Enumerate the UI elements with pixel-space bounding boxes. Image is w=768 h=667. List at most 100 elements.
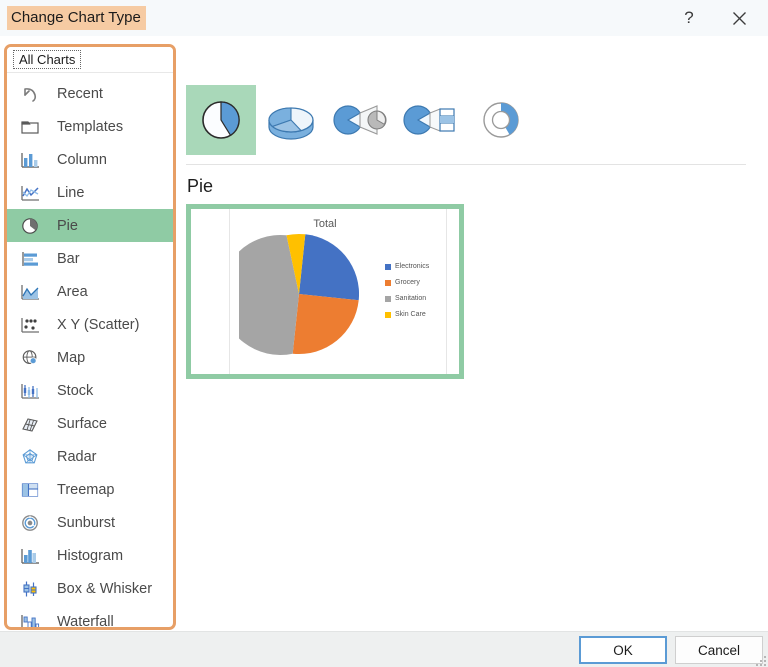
sidebar-item-label: Treemap	[57, 481, 115, 498]
legend-label: Electronics	[395, 263, 430, 270]
legend-item: Sanitation	[385, 295, 429, 302]
sidebar-item-treemap[interactable]: Treemap	[7, 473, 173, 506]
sidebar-item-histogram[interactable]: Histogram	[7, 539, 173, 572]
sidebar-item-xy-scatter[interactable]: X Y (Scatter)	[7, 308, 173, 341]
line-chart-icon	[17, 181, 43, 205]
subtype-thumbnail-strip	[186, 85, 746, 155]
sidebar-item-label: Radar	[57, 448, 97, 465]
chart-subtype-pane: Pie Total Electronics Grocery Sanitation…	[186, 36, 768, 631]
tabstrip: All Charts	[7, 47, 173, 73]
sidebar-item-bar[interactable]: Bar	[7, 242, 173, 275]
legend-label: Sanitation	[395, 295, 427, 302]
legend-swatch-icon	[385, 279, 391, 286]
pie-chart-graphic	[239, 233, 359, 355]
legend-item: Electronics	[385, 263, 429, 270]
sidebar-item-templates[interactable]: Templates	[7, 110, 173, 143]
sidebar-item-label: Line	[57, 184, 85, 201]
sidebar-item-recent[interactable]: Recent	[7, 77, 173, 110]
chart-preview[interactable]: Total Electronics Grocery Sanitation Ski…	[186, 204, 464, 379]
sidebar-item-map[interactable]: Map	[7, 341, 173, 374]
sidebar-item-radar[interactable]: Radar	[7, 440, 173, 473]
pie-slice-sanitation	[239, 234, 299, 355]
folder-icon	[17, 115, 43, 139]
cancel-button[interactable]: Cancel	[675, 636, 763, 664]
sidebar-item-box-whisker[interactable]: Box & Whisker	[7, 572, 173, 605]
chart-category-panel: All Charts Recent Templates Column Line …	[4, 44, 176, 630]
sidebar-item-line[interactable]: Line	[7, 176, 173, 209]
dialog-footer: OK Cancel	[0, 631, 768, 667]
chart-preview-canvas: Total Electronics Grocery Sanitation Ski…	[191, 209, 459, 374]
sidebar-item-label: X Y (Scatter)	[57, 316, 140, 333]
sidebar-item-area[interactable]: Area	[7, 275, 173, 308]
column-chart-icon	[17, 148, 43, 172]
sidebar-item-label: Bar	[57, 250, 80, 267]
doughnut-thumb-icon	[483, 102, 519, 138]
sidebar-item-label: Area	[57, 283, 88, 300]
sidebar-item-label: Sunburst	[57, 514, 116, 531]
dialog-body: All Charts Recent Templates Column Line …	[0, 36, 768, 631]
preview-plot-edge-right	[446, 209, 447, 374]
question-mark-icon: ?	[684, 8, 694, 27]
help-button[interactable]: ?	[666, 0, 712, 36]
sidebar-item-label: Box & Whisker	[57, 580, 153, 597]
subtype-thumb-pie-of-pie[interactable]	[326, 85, 396, 155]
undo-arrow-icon	[17, 82, 43, 106]
sidebar-item-label: Histogram	[57, 547, 124, 564]
close-x-icon	[732, 11, 746, 25]
histogram-icon	[17, 544, 43, 568]
subtype-thumb-3d-pie[interactable]	[256, 85, 326, 155]
stock-chart-icon	[17, 379, 43, 403]
sidebar-item-label: Waterfall	[57, 613, 114, 630]
sidebar-item-column[interactable]: Column	[7, 143, 173, 176]
pie-thumb-icon	[202, 101, 240, 139]
sidebar-item-label: Pie	[57, 217, 78, 234]
subtype-thumb-pie[interactable]	[186, 85, 256, 155]
sunburst-chart-icon	[17, 511, 43, 535]
pie-slice-grocery	[292, 294, 359, 355]
scatter-chart-icon	[17, 313, 43, 337]
resize-grip[interactable]	[754, 654, 766, 666]
ok-button[interactable]: OK	[579, 636, 667, 664]
dialog-titlebar: Change Chart Type ?	[0, 0, 768, 36]
sidebar-item-label: Surface	[57, 415, 107, 432]
pie-slice-electronics	[299, 234, 359, 301]
chart-legend: Electronics Grocery Sanitation Skin Care	[385, 263, 429, 318]
treemap-chart-icon	[17, 478, 43, 502]
legend-swatch-icon	[385, 311, 391, 318]
radar-chart-icon	[17, 445, 43, 469]
chart-title: Total	[313, 218, 337, 230]
bar-chart-icon	[17, 247, 43, 271]
sidebar-item-waterfall[interactable]: Waterfall	[7, 605, 173, 630]
legend-label: Skin Care	[395, 311, 426, 318]
close-button[interactable]	[716, 0, 762, 36]
subtype-heading: Pie	[187, 176, 214, 196]
tab-all-charts[interactable]: All Charts	[13, 50, 82, 69]
subtype-thumb-bar-of-pie[interactable]	[396, 85, 466, 155]
sidebar-item-stock[interactable]: Stock	[7, 374, 173, 407]
sidebar-item-pie[interactable]: Pie	[7, 209, 173, 242]
sidebar-item-sunburst[interactable]: Sunburst	[7, 506, 173, 539]
change-chart-type-dialog: Change Chart Type ? All Charts Recent Te…	[0, 0, 768, 667]
preview-plot-edge-left	[229, 209, 230, 374]
legend-item: Skin Care	[385, 311, 429, 318]
bar-of-pie-thumb-icon	[403, 105, 455, 135]
sidebar-item-surface[interactable]: Surface	[7, 407, 173, 440]
subtype-divider	[186, 164, 746, 165]
sidebar-item-label: Column	[57, 151, 107, 168]
box-whisker-icon	[17, 577, 43, 601]
subtype-thumb-doughnut[interactable]	[466, 85, 536, 155]
surface-chart-icon	[17, 412, 43, 436]
sidebar-item-label: Map	[57, 349, 86, 366]
pie-of-pie-thumb-icon	[333, 105, 387, 135]
legend-label: Grocery	[395, 279, 420, 286]
pie-3d-thumb-icon	[268, 107, 314, 140]
waterfall-icon	[17, 610, 43, 627]
map-globe-icon	[17, 346, 43, 370]
area-chart-icon	[17, 280, 43, 304]
chart-type-list: Recent Templates Column Line Pie Bar Are…	[7, 77, 173, 630]
legend-swatch-icon	[385, 263, 391, 270]
legend-item: Grocery	[385, 279, 429, 286]
dialog-title: Change Chart Type	[7, 6, 146, 30]
pie-chart-icon	[17, 214, 43, 238]
sidebar-item-label: Stock	[57, 382, 94, 399]
